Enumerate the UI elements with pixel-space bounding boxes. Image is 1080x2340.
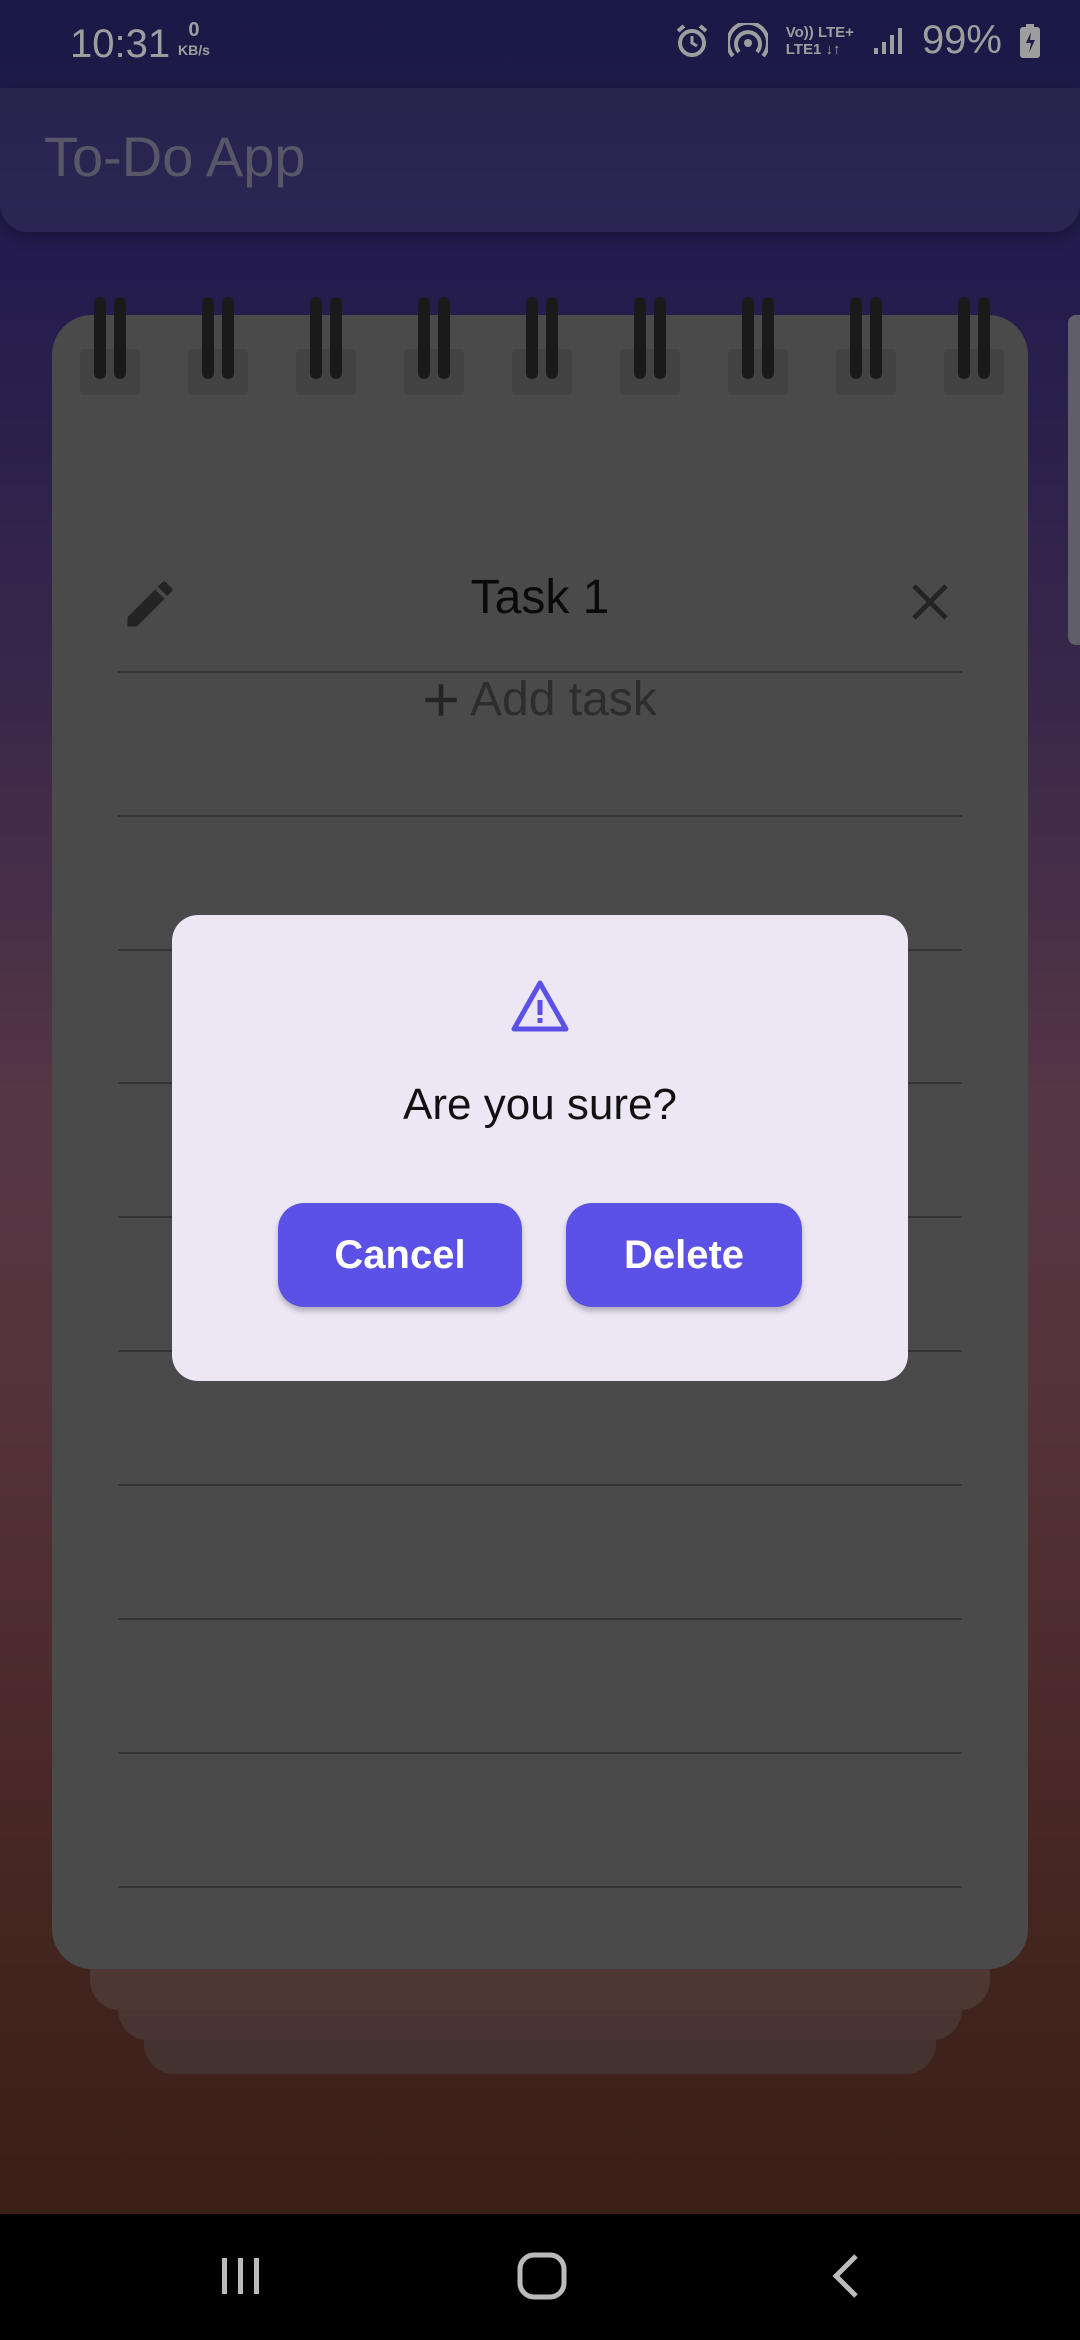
- dialog-message: Are you sure?: [403, 1080, 677, 1129]
- navigation-bar: [0, 2214, 1080, 2340]
- home-icon[interactable]: [516, 2248, 568, 2304]
- delete-button[interactable]: Delete: [566, 1203, 802, 1307]
- confirm-dialog: Are you sure? Cancel Delete: [172, 915, 908, 1381]
- back-icon[interactable]: [828, 2248, 864, 2304]
- recents-icon[interactable]: [218, 2248, 264, 2304]
- cancel-button[interactable]: Cancel: [278, 1203, 522, 1307]
- warning-icon: [511, 980, 569, 1032]
